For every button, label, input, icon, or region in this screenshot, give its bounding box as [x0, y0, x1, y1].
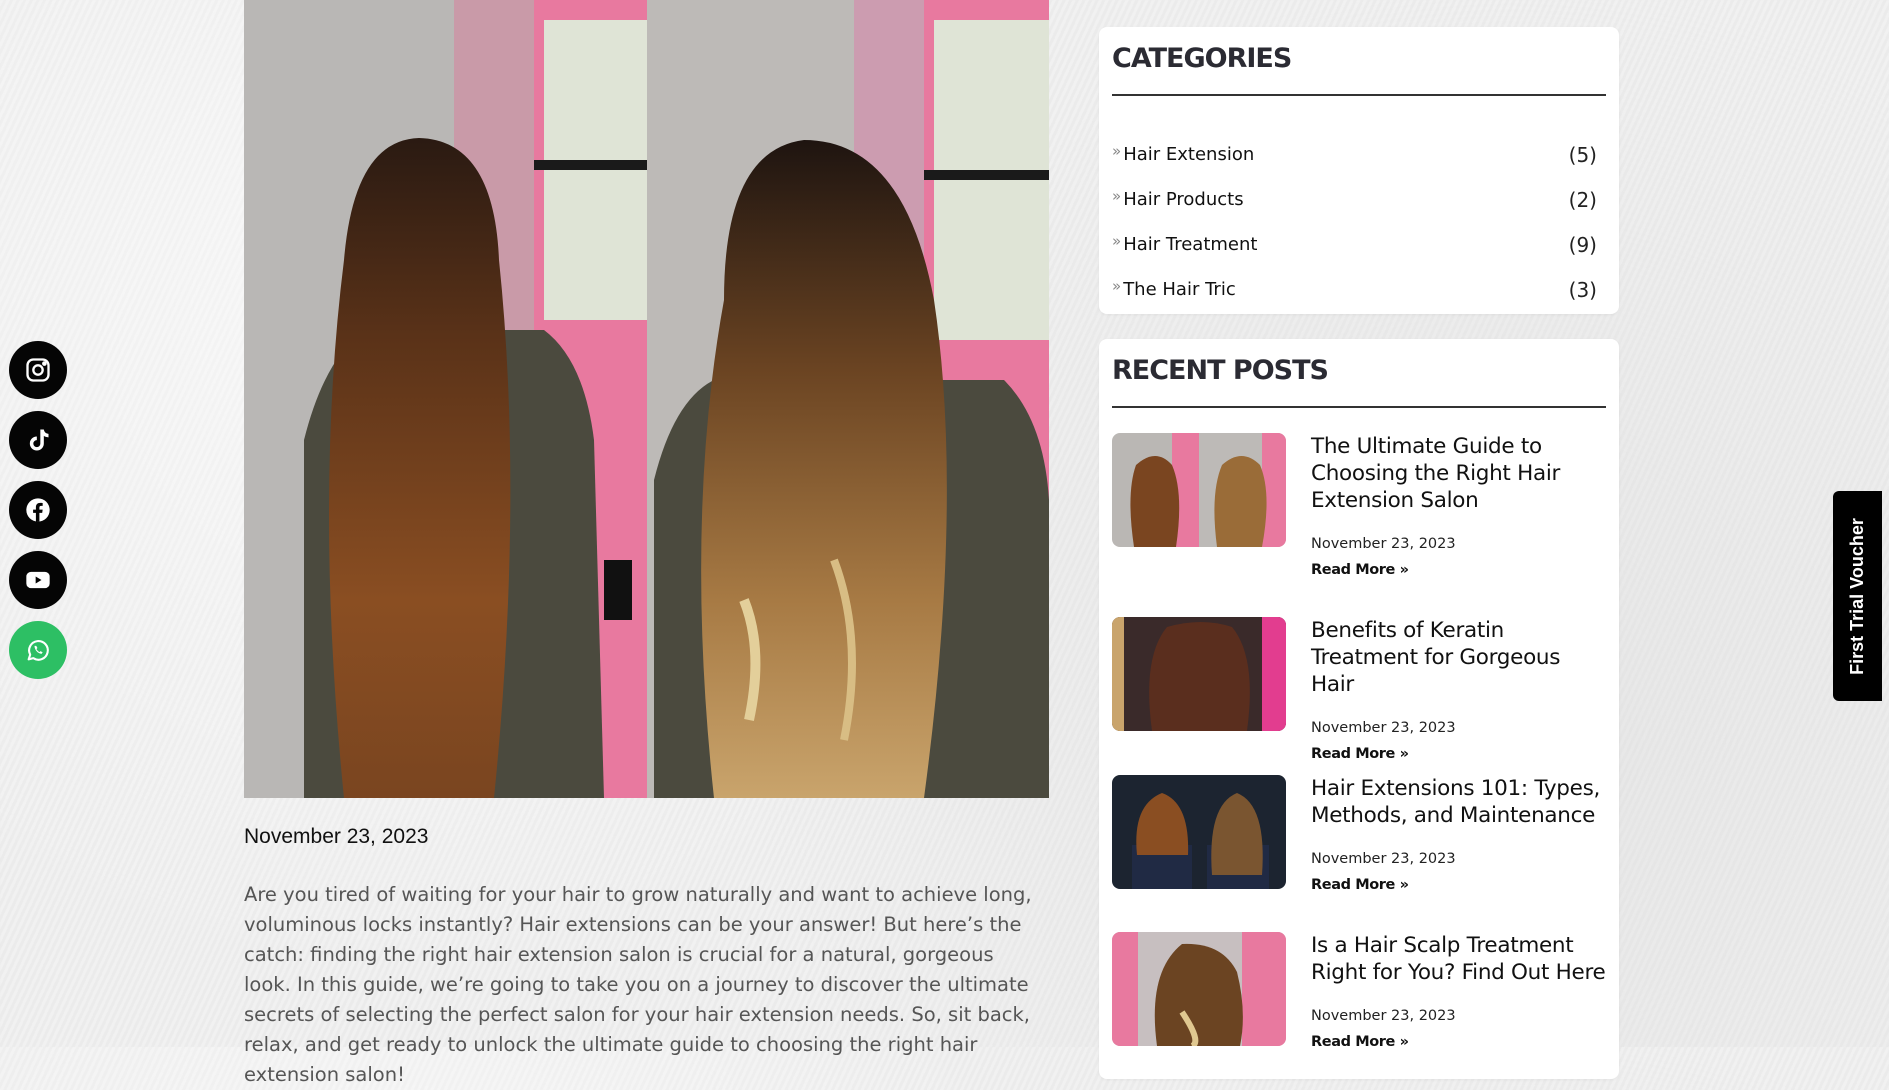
recent-posts-widget: RECENT POSTS The Ultimate Guide to Choos… — [1099, 339, 1619, 1079]
divider — [1112, 94, 1606, 96]
recent-post-title[interactable]: Benefits of Keratin Treatment for Gorgeo… — [1311, 617, 1606, 698]
double-chevron-right-icon: » — [1112, 187, 1122, 205]
read-more-link[interactable]: Read More » — [1311, 1034, 1606, 1050]
whatsapp-icon — [27, 640, 49, 661]
instagram-icon — [26, 358, 50, 382]
youtube-button[interactable] — [9, 551, 67, 609]
category-count: (5) — [1568, 142, 1597, 167]
recent-post-title[interactable]: Is a Hair Scalp Treatment Right for You?… — [1311, 932, 1606, 986]
tiktok-icon — [29, 429, 49, 451]
double-chevron-right-icon: » — [1112, 232, 1122, 250]
whatsapp-button[interactable] — [9, 621, 67, 679]
recent-posts-title: RECENT POSTS — [1112, 355, 1329, 386]
recent-post-thumbnail[interactable] — [1112, 932, 1286, 1046]
recent-post-item: The Ultimate Guide to Choosing the Right… — [1112, 433, 1606, 578]
article-hero-image — [244, 0, 1049, 798]
double-chevron-right-icon: » — [1112, 142, 1122, 160]
voucher-label: First Trial Voucher — [1847, 517, 1867, 675]
recent-post-item: Is a Hair Scalp Treatment Right for You?… — [1112, 932, 1606, 1050]
category-label: The Hair Tric — [1123, 279, 1236, 300]
recent-post-item: Benefits of Keratin Treatment for Gorgeo… — [1112, 617, 1606, 762]
facebook-button[interactable] — [9, 481, 67, 539]
recent-post-thumbnail[interactable] — [1112, 775, 1286, 889]
category-item-hair-extension[interactable]: » Hair Extension (5) — [1112, 132, 1597, 177]
facebook-icon — [26, 498, 50, 522]
article-date: November 23, 2023 — [244, 825, 429, 848]
instagram-button[interactable] — [9, 341, 67, 399]
read-more-link[interactable]: Read More » — [1311, 746, 1606, 762]
category-count: (2) — [1568, 187, 1597, 212]
recent-post-title[interactable]: Hair Extensions 101: Types, Methods, and… — [1311, 775, 1606, 829]
category-item-the-hair-tric[interactable]: » The Hair Tric (3) — [1112, 267, 1597, 312]
categories-title: CATEGORIES — [1112, 43, 1292, 74]
categories-list: » Hair Extension (5) » Hair Products (2) »… — [1112, 132, 1597, 312]
category-item-hair-treatment[interactable]: » Hair Treatment (9) — [1112, 222, 1597, 267]
recent-post-thumbnail[interactable] — [1112, 433, 1286, 547]
category-label: Hair Extension — [1123, 144, 1255, 165]
tiktok-button[interactable] — [9, 411, 67, 469]
category-count: (9) — [1568, 232, 1597, 257]
recent-post-date: November 23, 2023 — [1311, 720, 1456, 736]
recent-post-title[interactable]: The Ultimate Guide to Choosing the Right… — [1311, 433, 1606, 514]
read-more-link[interactable]: Read More » — [1311, 562, 1606, 578]
article-excerpt: Are you tired of waiting for your hair t… — [244, 883, 1032, 1086]
category-count: (3) — [1568, 277, 1597, 302]
divider — [1112, 406, 1606, 408]
double-chevron-right-icon: » — [1112, 277, 1122, 295]
recent-post-date: November 23, 2023 — [1311, 1008, 1456, 1024]
category-label: Hair Products — [1123, 189, 1244, 210]
recent-post-date: November 23, 2023 — [1311, 536, 1456, 552]
first-trial-voucher-tab[interactable]: First Trial Voucher — [1833, 491, 1882, 701]
category-label: Hair Treatment — [1123, 234, 1258, 255]
recent-post-thumbnail[interactable] — [1112, 617, 1286, 731]
recent-post-item: Hair Extensions 101: Types, Methods, and… — [1112, 775, 1606, 893]
category-item-hair-products[interactable]: » Hair Products (2) — [1112, 177, 1597, 222]
recent-post-date: November 23, 2023 — [1311, 851, 1456, 867]
categories-widget: CATEGORIES » Hair Extension (5) » Hair Pro… — [1099, 27, 1619, 314]
social-rail — [9, 341, 67, 679]
youtube-icon — [26, 571, 50, 589]
read-more-link[interactable]: Read More » — [1311, 877, 1606, 893]
